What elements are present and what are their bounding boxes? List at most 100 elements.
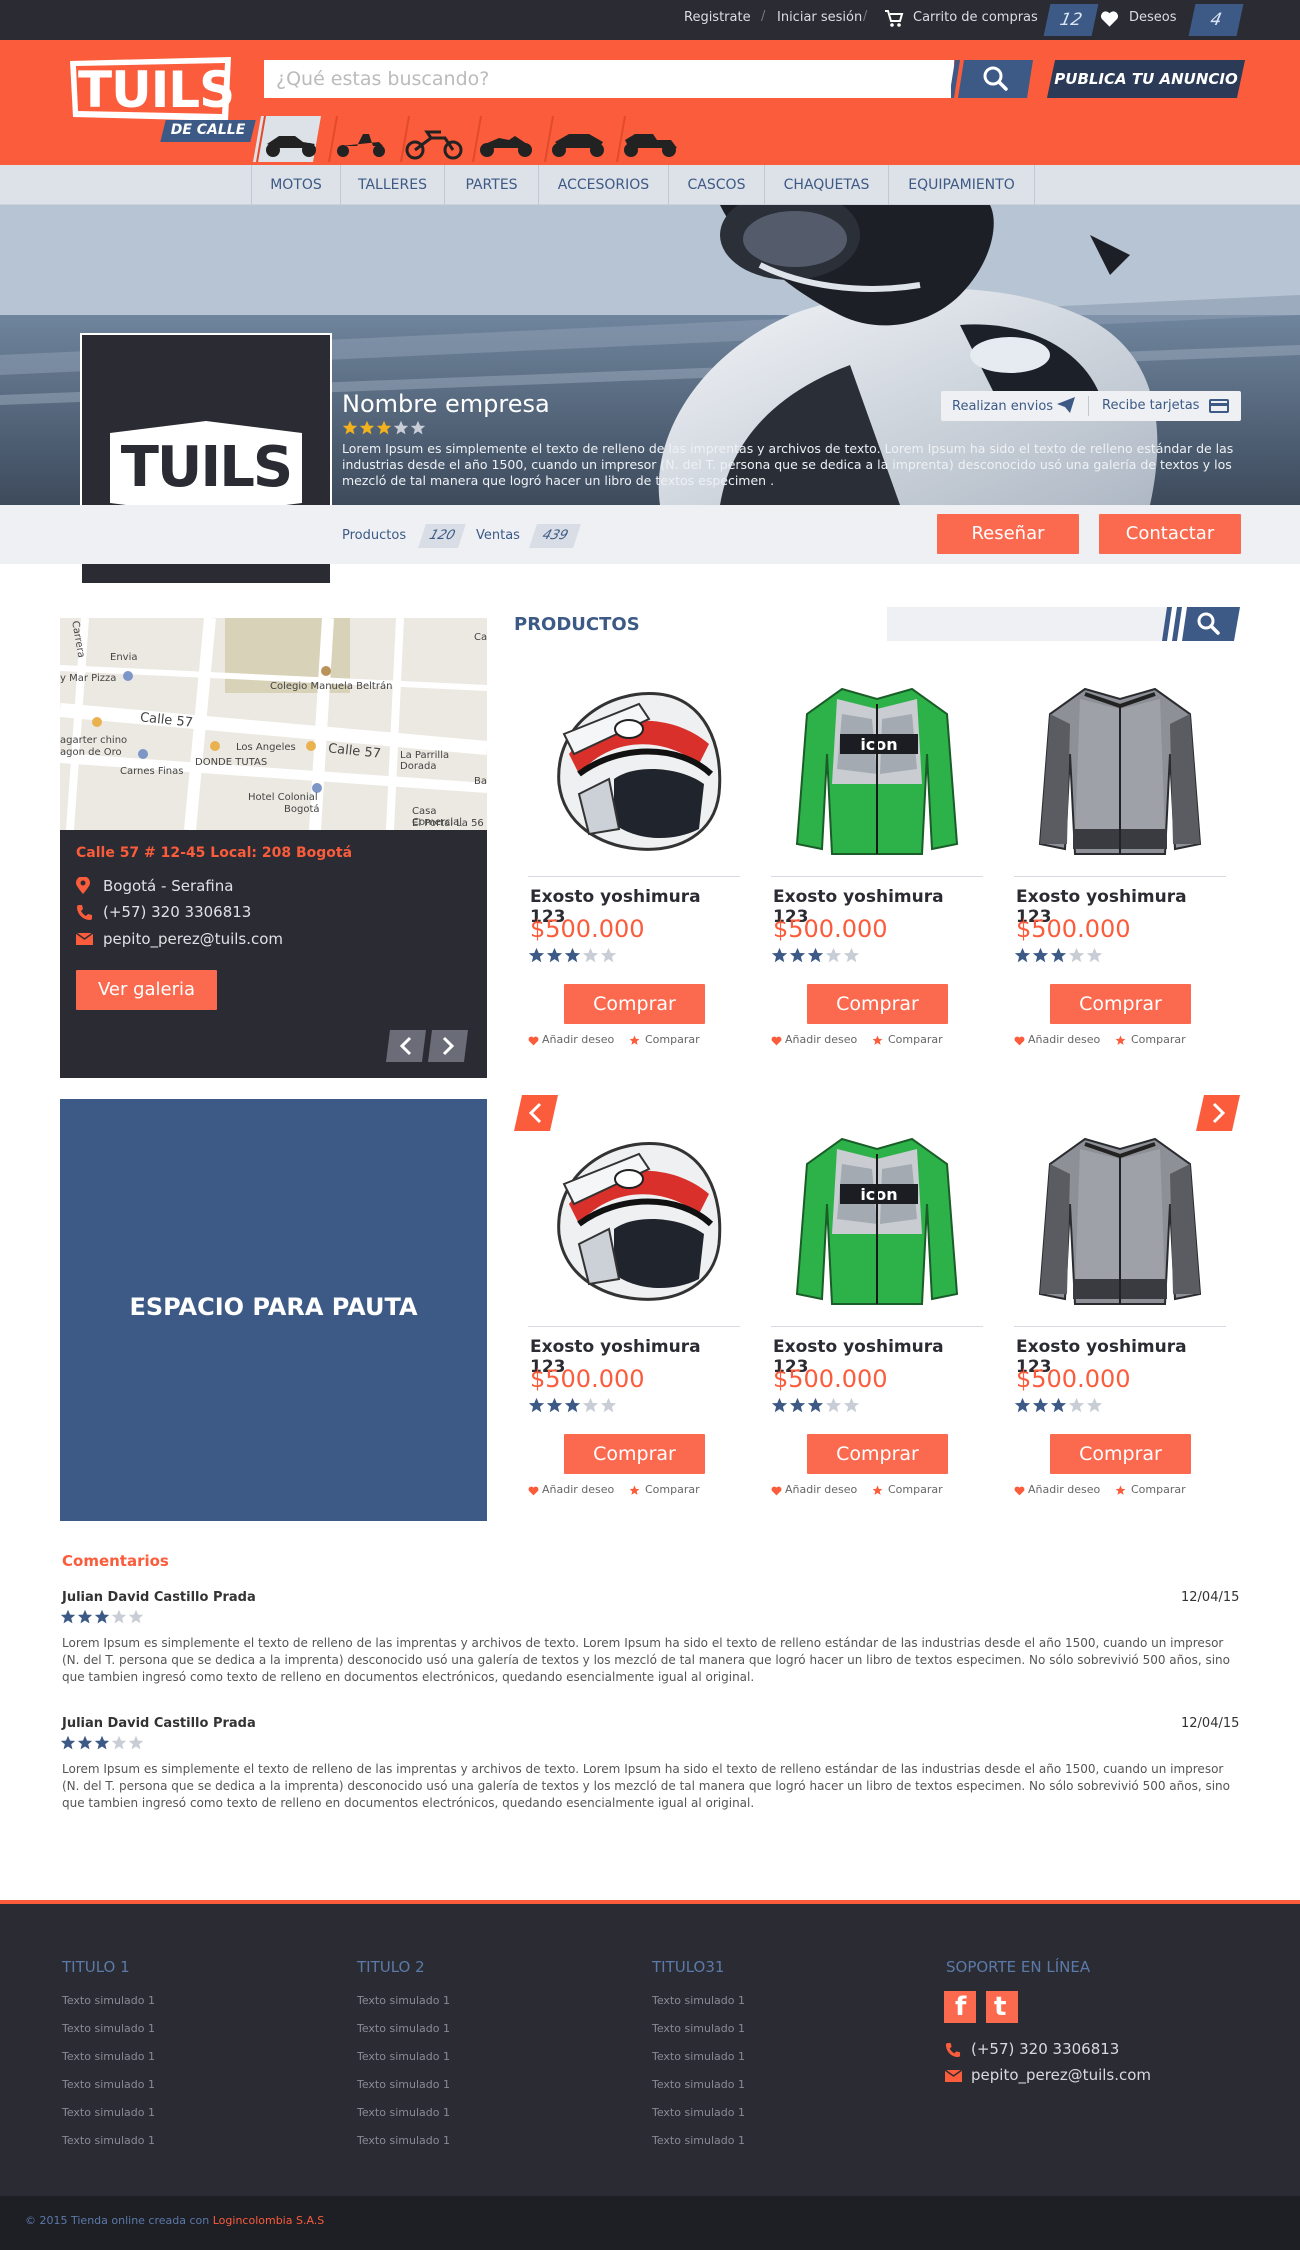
footer-email[interactable]: pepito_perez@tuils.com xyxy=(971,2066,1151,2084)
footer-link[interactable]: Texto simulado 1 xyxy=(62,2022,155,2035)
map-label: Los Angeles xyxy=(236,742,296,753)
heart-icon[interactable] xyxy=(771,1036,782,1046)
wishlist-link[interactable]: Añadir deseo xyxy=(542,1483,614,1496)
heart-icon[interactable] xyxy=(1100,10,1119,28)
footer-link[interactable]: Texto simulado 1 xyxy=(357,2050,450,2063)
product-card[interactable]: Exosto yoshimura 123 $500.000 Comprar Añadi… xyxy=(528,1118,740,1508)
wishlist-link[interactable]: Deseos xyxy=(1129,10,1177,25)
search-input[interactable] xyxy=(264,60,954,98)
buy-button[interactable]: Comprar xyxy=(1050,984,1191,1024)
buy-button[interactable]: Comprar xyxy=(807,1434,948,1474)
publish-button[interactable]: PUBLICA TU ANUNCIO xyxy=(1051,70,1241,88)
chevron-left-icon[interactable] xyxy=(384,1030,428,1062)
sport-bike-icon[interactable] xyxy=(541,116,609,162)
twitter-icon[interactable]: t xyxy=(986,1991,1018,2023)
footer-link[interactable]: Texto simulado 1 xyxy=(652,1994,745,2007)
product-search-input[interactable] xyxy=(887,607,1167,641)
footer-link[interactable]: Texto simulado 1 xyxy=(357,1994,450,2007)
review-button[interactable]: Reseñar xyxy=(937,514,1079,554)
wishlist-link[interactable]: Añadir deseo xyxy=(785,1483,857,1496)
footer-link[interactable]: Texto simulado 1 xyxy=(652,2050,745,2063)
scooter-icon[interactable] xyxy=(253,116,321,162)
star-icon[interactable] xyxy=(1115,1485,1126,1496)
product-image[interactable] xyxy=(1025,674,1215,864)
product-image[interactable] xyxy=(539,1124,729,1314)
cart-icon[interactable] xyxy=(884,9,904,29)
footer-link[interactable]: Texto simulado 1 xyxy=(652,2078,745,2091)
register-link[interactable]: Registrate xyxy=(684,10,751,25)
footer-link[interactable]: Texto simulado 1 xyxy=(652,2134,745,2147)
star-icon[interactable] xyxy=(872,1485,883,1496)
gallery-button[interactable]: Ver galeria xyxy=(76,970,217,1010)
heart-icon[interactable] xyxy=(1014,1036,1025,1046)
nav-item-accesorios[interactable]: ACCESORIOS xyxy=(539,165,669,205)
wishlist-link[interactable]: Añadir deseo xyxy=(1028,1033,1100,1046)
product-card[interactable]: icon Exosto yoshimura 123 $500.000 Comprar… xyxy=(771,1118,983,1508)
product-image[interactable] xyxy=(1025,1124,1215,1314)
compare-link[interactable]: Comparar xyxy=(1131,1033,1186,1046)
nav-item-partes[interactable]: PARTES xyxy=(445,165,539,205)
compare-link[interactable]: Comparar xyxy=(645,1483,700,1496)
chevron-right-icon[interactable] xyxy=(428,1030,472,1062)
footer-link[interactable]: Texto simulado 1 xyxy=(62,1994,155,2007)
product-search-button[interactable] xyxy=(1162,607,1240,641)
buy-button[interactable]: Comprar xyxy=(564,1434,705,1474)
footer-link[interactable]: Texto simulado 1 xyxy=(652,2106,745,2119)
footer-link[interactable]: Texto simulado 1 xyxy=(62,2134,155,2147)
cruiser-icon[interactable] xyxy=(325,116,393,162)
heart-icon[interactable] xyxy=(1014,1486,1025,1496)
footer-link[interactable]: Texto simulado 1 xyxy=(357,2022,450,2035)
compare-link[interactable]: Comparar xyxy=(645,1033,700,1046)
contact-button[interactable]: Contactar xyxy=(1099,514,1241,554)
dirt-bike-icon[interactable] xyxy=(397,116,465,162)
wishlist-link[interactable]: Añadir deseo xyxy=(542,1033,614,1046)
store-map[interactable]: Carrera Envia y Mar Pizza Colegio Manuel… xyxy=(60,618,487,830)
footer-link[interactable]: Texto simulado 1 xyxy=(357,2134,450,2147)
store-email[interactable]: pepito_perez@tuils.com xyxy=(103,930,283,948)
heart-icon[interactable] xyxy=(528,1486,539,1496)
nav-item-talleres[interactable]: TALLERES xyxy=(341,165,445,205)
star-icon[interactable] xyxy=(872,1035,883,1046)
nav-item-motos[interactable]: MOTOS xyxy=(251,165,341,205)
product-image[interactable]: icon xyxy=(782,1124,972,1314)
map-label: DONDE TUTAS xyxy=(195,757,268,768)
heart-icon[interactable] xyxy=(528,1036,539,1046)
footer-link[interactable]: Texto simulado 1 xyxy=(62,2050,155,2063)
buy-button[interactable]: Comprar xyxy=(1050,1434,1191,1474)
star-icon[interactable] xyxy=(629,1035,640,1046)
compare-link[interactable]: Comparar xyxy=(888,1033,943,1046)
product-image[interactable] xyxy=(539,674,729,864)
product-card[interactable]: Exosto yoshimura 123 $500.000 Comprar Añadi… xyxy=(1014,1118,1226,1508)
product-card[interactable]: icon Exosto yoshimura 123 $500.000 Comprar… xyxy=(771,668,983,1058)
wishlist-link[interactable]: Añadir deseo xyxy=(1028,1483,1100,1496)
touring-bike-icon[interactable] xyxy=(613,116,681,162)
search-button[interactable] xyxy=(951,60,1033,98)
star-icon[interactable] xyxy=(1115,1035,1126,1046)
nav-item-equipamiento[interactable]: EQUIPAMIENTO xyxy=(889,165,1035,205)
footer-link[interactable]: Texto simulado 1 xyxy=(357,2078,450,2091)
copyright-link[interactable]: Logincolombia S.A.S xyxy=(213,2214,325,2227)
compare-link[interactable]: Comparar xyxy=(888,1483,943,1496)
tuils-logo[interactable]: TUILS xyxy=(68,55,235,125)
nav-item-cascos[interactable]: CASCOS xyxy=(669,165,765,205)
nav-item-chaquetas[interactable]: CHAQUETAS xyxy=(765,165,889,205)
heart-icon[interactable] xyxy=(771,1486,782,1496)
wishlist-link[interactable]: Añadir deseo xyxy=(785,1033,857,1046)
product-image[interactable]: icon xyxy=(782,674,972,864)
chopper-icon[interactable] xyxy=(469,116,537,162)
cart-count-badge[interactable]: 12 xyxy=(1043,4,1099,36)
footer-link[interactable]: Texto simulado 1 xyxy=(62,2106,155,2119)
star-icon[interactable] xyxy=(629,1485,640,1496)
wishlist-count-badge[interactable]: 4 xyxy=(1188,4,1244,36)
buy-button[interactable]: Comprar xyxy=(564,984,705,1024)
footer-link[interactable]: Texto simulado 1 xyxy=(652,2022,745,2035)
product-card[interactable]: Exosto yoshimura 123 $500.000 Comprar Añadi… xyxy=(528,668,740,1058)
buy-button[interactable]: Comprar xyxy=(807,984,948,1024)
login-link[interactable]: Iniciar sesión xyxy=(777,10,862,25)
cart-link[interactable]: Carrito de compras xyxy=(913,10,1038,25)
footer-link[interactable]: Texto simulado 1 xyxy=(357,2106,450,2119)
product-card[interactable]: Exosto yoshimura 123 $500.000 Comprar Añadi… xyxy=(1014,668,1226,1058)
compare-link[interactable]: Comparar xyxy=(1131,1483,1186,1496)
footer-link[interactable]: Texto simulado 1 xyxy=(62,2078,155,2091)
facebook-icon[interactable]: f xyxy=(944,1991,976,2023)
